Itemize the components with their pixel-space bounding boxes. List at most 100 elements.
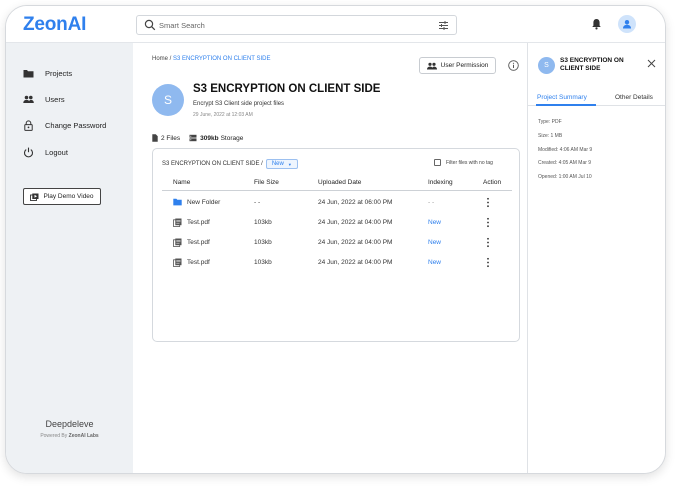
column-header-indexing[interactable]: Indexing: [428, 179, 453, 186]
search-input[interactable]: [159, 18, 419, 33]
panel-avatar: S: [538, 57, 555, 74]
video-library-icon: [30, 193, 39, 201]
panel-title: S3 ENCRYPTION ON CLIENT SIDE: [560, 57, 624, 72]
cell-date: 24 Jun, 2022 at 04:00 PM: [318, 219, 393, 226]
sidebar-item-label: Projects: [45, 68, 73, 78]
breadcrumb-home[interactable]: Home: [152, 56, 168, 62]
brand-name: Deepdeleve: [45, 419, 94, 429]
cell-indexing: New: [428, 239, 442, 246]
pdf-file-icon: [173, 218, 182, 227]
folder-path: S3 ENCRYPTION ON CLIENT SIDE / New ▼: [162, 159, 298, 169]
pdf-file-icon: [173, 238, 182, 247]
main-content: Home / S3 ENCRYPTION ON CLIENT SIDE User…: [133, 43, 527, 473]
cell-date: 24 Jun, 2022 at 04:00 PM: [318, 239, 393, 246]
column-header-file-size[interactable]: File Size: [254, 179, 279, 186]
pdf-file-icon: [173, 258, 182, 267]
meta-modified: Modified: 4:06 AM Mar 9: [538, 147, 593, 153]
table-row[interactable]: Test.pdf 103kb 24 Jun, 2022 at 04:00 PM …: [162, 213, 512, 233]
close-icon[interactable]: [647, 59, 656, 68]
breadcrumb: Home / S3 ENCRYPTION ON CLIENT SIDE: [152, 56, 271, 62]
table-row[interactable]: New Folder - - 24 Jun, 2022 at 06:00 PM …: [162, 193, 512, 213]
table-row[interactable]: Test.pdf 103kb 24 Jun, 2022 at 04:00 PM …: [162, 233, 512, 253]
user-permission-button[interactable]: User Permission: [419, 57, 496, 74]
storage-label: Storage: [220, 134, 244, 142]
cell-name: Test.pdf: [187, 259, 210, 266]
column-header-name[interactable]: Name: [173, 179, 190, 186]
top-bar: ZeonAI: [6, 6, 665, 43]
more-vertical-icon[interactable]: [486, 197, 490, 208]
breadcrumb-current[interactable]: S3 ENCRYPTION ON CLIENT SIDE: [173, 56, 270, 62]
sidebar: Projects Users Change Password Logout Pl…: [6, 43, 133, 473]
project-date: 29 June, 2022 at 12:03 AM: [193, 112, 253, 118]
table-header: Name File Size Uploaded Date Indexing Ac…: [162, 177, 512, 191]
column-header-action: Action: [483, 179, 502, 186]
info-icon[interactable]: [508, 60, 519, 71]
table-row[interactable]: Test.pdf 103kb 24 Jun, 2022 at 04:00 PM …: [162, 253, 512, 273]
folder-icon: [173, 198, 182, 206]
meta-opened: Opened: 1:00 AM Jul 10: [538, 174, 592, 180]
bell-icon[interactable]: [591, 18, 602, 30]
meta-created: Created: 4:05 AM Mar 9: [538, 160, 592, 166]
cell-name: New Folder: [187, 199, 221, 206]
project-details-panel: S S3 ENCRYPTION ON CLIENT SIDE Project S…: [527, 43, 665, 473]
more-vertical-icon[interactable]: [486, 257, 490, 268]
app-logo[interactable]: ZeonAI: [23, 14, 86, 36]
caret-down-icon: ▼: [287, 161, 292, 167]
cell-indexing: - -: [428, 199, 435, 206]
play-demo-video-button[interactable]: Play Demo Video: [23, 188, 101, 205]
files-card: S3 ENCRYPTION ON CLIENT SIDE / New ▼ Fil…: [152, 148, 520, 342]
folder-path-text: S3 ENCRYPTION ON CLIENT SIDE /: [162, 161, 263, 167]
users-icon: [426, 62, 437, 69]
file-icon: [152, 134, 158, 142]
lock-icon: [24, 119, 33, 131]
sidebar-item-projects[interactable]: Projects: [23, 66, 72, 80]
tab-project-summary[interactable]: Project Summary: [537, 94, 587, 101]
sidebar-item-logout[interactable]: Logout: [23, 145, 68, 159]
cell-name: Test.pdf: [187, 239, 210, 246]
cell-date: 24 Jun, 2022 at 04:00 PM: [318, 259, 393, 266]
powered-by: Powered By ZeonAI Labs: [6, 433, 133, 439]
tag-select[interactable]: New ▼: [265, 159, 298, 169]
panel-tabs: Project Summary Other Details: [528, 92, 665, 106]
cell-name: Test.pdf: [187, 219, 210, 226]
filter-untagged-checkbox[interactable]: [434, 159, 441, 166]
folder-icon: [23, 69, 34, 77]
cell-size: 103kb: [254, 219, 272, 226]
power-icon: [24, 147, 33, 157]
app-window: ZeonAI Smart Search Projects Users Chang…: [5, 5, 666, 474]
project-title: S3 ENCRYPTION ON CLIENT SIDE: [193, 83, 381, 95]
sidebar-item-change-password[interactable]: Change Password: [23, 118, 106, 132]
more-vertical-icon[interactable]: [486, 217, 490, 228]
sidebar-item-users[interactable]: Users: [23, 92, 65, 106]
cell-size: - -: [254, 199, 261, 206]
tag-select-value: New: [271, 161, 284, 167]
storage-icon: [189, 134, 197, 142]
project-stats: 2 Files 309kb Storage: [152, 134, 243, 142]
file-count: 2 Files: [161, 134, 181, 142]
active-tab-indicator: [536, 104, 596, 106]
user-avatar[interactable]: [618, 15, 636, 33]
project-description: Encrypt S3 Client side project files: [193, 101, 285, 107]
search-bar[interactable]: [136, 15, 457, 35]
sidebar-item-label: Change Password: [45, 120, 107, 130]
tab-other-details[interactable]: Other Details: [615, 94, 653, 101]
storage-value: 309kb: [200, 134, 219, 142]
play-demo-video-label: Play Demo Video: [43, 193, 94, 200]
column-header-uploaded-date[interactable]: Uploaded Date: [318, 179, 361, 186]
meta-type: Type: PDF: [538, 119, 562, 125]
users-icon: [23, 95, 34, 103]
sidebar-item-label: Logout: [45, 147, 68, 157]
sidebar-item-label: Users: [45, 94, 65, 104]
cell-size: 103kb: [254, 259, 272, 266]
cell-indexing: New: [428, 219, 442, 226]
filter-untagged: Filter files with no tag: [434, 159, 493, 166]
more-vertical-icon[interactable]: [486, 237, 490, 248]
project-avatar: S: [152, 84, 184, 116]
meta-size: Size: 1 MB: [538, 133, 563, 139]
cell-indexing: New: [428, 259, 442, 266]
search-icon: [144, 19, 156, 31]
powered-by-brand: ZeonAI Labs: [68, 433, 99, 439]
filter-sliders-icon[interactable]: [438, 20, 449, 31]
user-icon: [623, 20, 631, 29]
user-permission-label: User Permission: [440, 62, 489, 69]
